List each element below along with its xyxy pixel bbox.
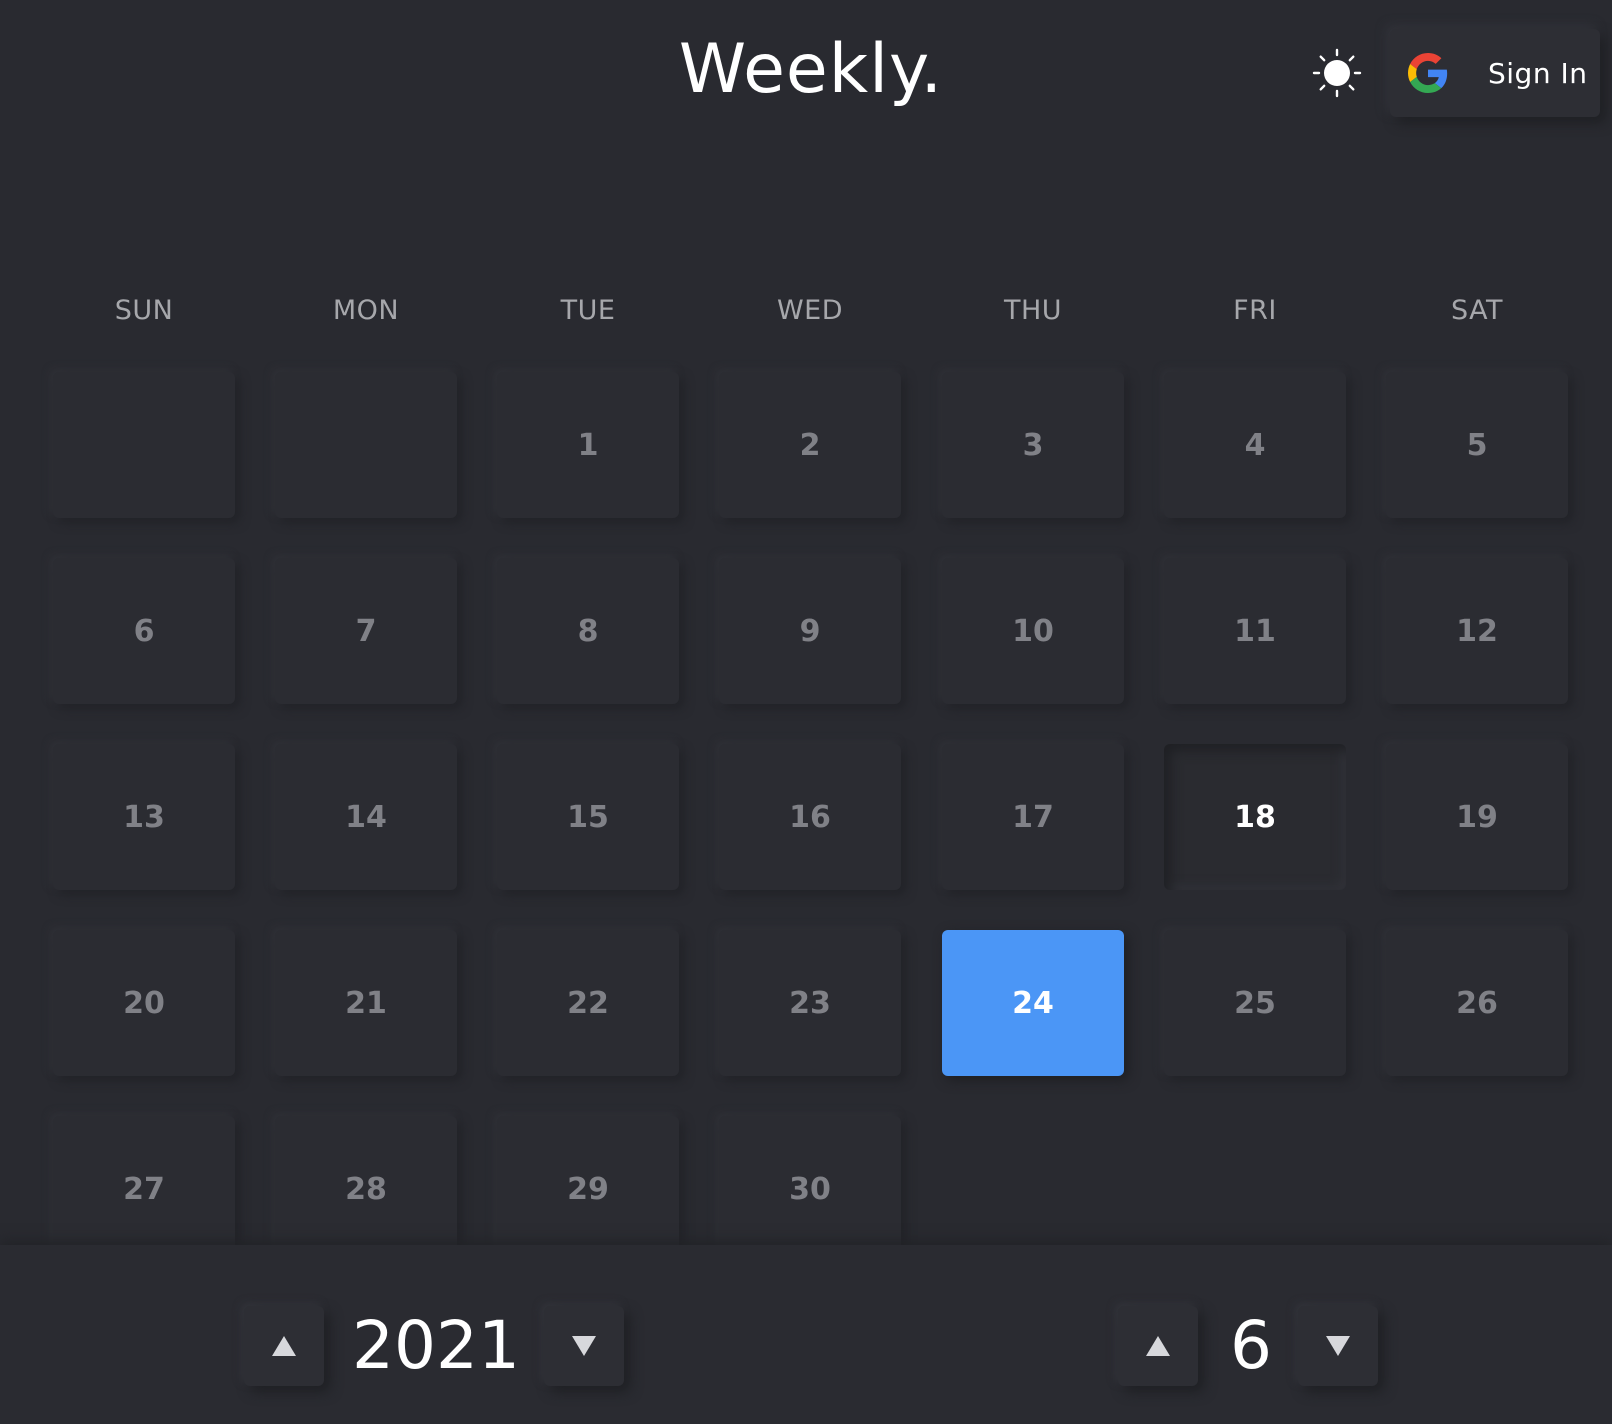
month-value: 6 <box>1230 1307 1272 1384</box>
day-cell[interactable]: 4 <box>1164 372 1346 518</box>
day-cell[interactable]: 23 <box>719 930 901 1076</box>
year-decrement-button[interactable] <box>544 1306 624 1386</box>
triangle-down-icon <box>1326 1336 1350 1356</box>
year-increment-button[interactable] <box>244 1306 324 1386</box>
day-cell[interactable]: 25 <box>1164 930 1346 1076</box>
calendar-grid: 1 2 3 4 5 6 7 8 9 10 11 12 13 14 15 16 17 18 19 20 21 22 23 24 2… <box>0 0 1612 1245</box>
day-cell[interactable]: 21 <box>275 930 457 1076</box>
day-cell[interactable]: 17 <box>942 744 1124 890</box>
empty-day-cell <box>275 372 457 518</box>
day-cell[interactable]: 6 <box>53 558 235 704</box>
triangle-down-icon <box>572 1336 596 1356</box>
day-cell[interactable]: 2 <box>719 372 901 518</box>
day-cell-today[interactable]: 24 <box>942 930 1124 1076</box>
app: Weekly. Sign In SUN MON TUE WED THU FRI SAT <box>0 0 1612 1424</box>
day-cell[interactable]: 14 <box>275 744 457 890</box>
day-cell[interactable]: 19 <box>1386 744 1568 890</box>
triangle-up-icon <box>1146 1336 1170 1356</box>
day-cell[interactable]: 16 <box>719 744 901 890</box>
day-cell[interactable]: 20 <box>53 930 235 1076</box>
day-cell[interactable]: 15 <box>497 744 679 890</box>
day-cell[interactable]: 13 <box>53 744 235 890</box>
triangle-up-icon <box>272 1336 296 1356</box>
day-cell[interactable]: 5 <box>1386 372 1568 518</box>
year-value: 2021 <box>352 1307 520 1384</box>
day-cell[interactable]: 29 <box>497 1116 679 1245</box>
day-cell[interactable]: 11 <box>1164 558 1346 704</box>
day-cell[interactable]: 1 <box>497 372 679 518</box>
day-cell[interactable]: 8 <box>497 558 679 704</box>
month-increment-button[interactable] <box>1118 1306 1198 1386</box>
day-cell[interactable]: 26 <box>1386 930 1568 1076</box>
day-cell[interactable]: 12 <box>1386 558 1568 704</box>
day-cell[interactable]: 7 <box>275 558 457 704</box>
day-cell[interactable]: 27 <box>53 1116 235 1245</box>
empty-day-cell <box>53 372 235 518</box>
month-decrement-button[interactable] <box>1298 1306 1378 1386</box>
day-cell[interactable]: 28 <box>275 1116 457 1245</box>
day-cell[interactable]: 30 <box>719 1116 901 1245</box>
day-cell-selected[interactable]: 18 <box>1164 744 1346 890</box>
day-cell[interactable]: 9 <box>719 558 901 704</box>
day-cell[interactable]: 22 <box>497 930 679 1076</box>
day-cell[interactable]: 10 <box>942 558 1124 704</box>
day-cell[interactable]: 3 <box>942 372 1124 518</box>
